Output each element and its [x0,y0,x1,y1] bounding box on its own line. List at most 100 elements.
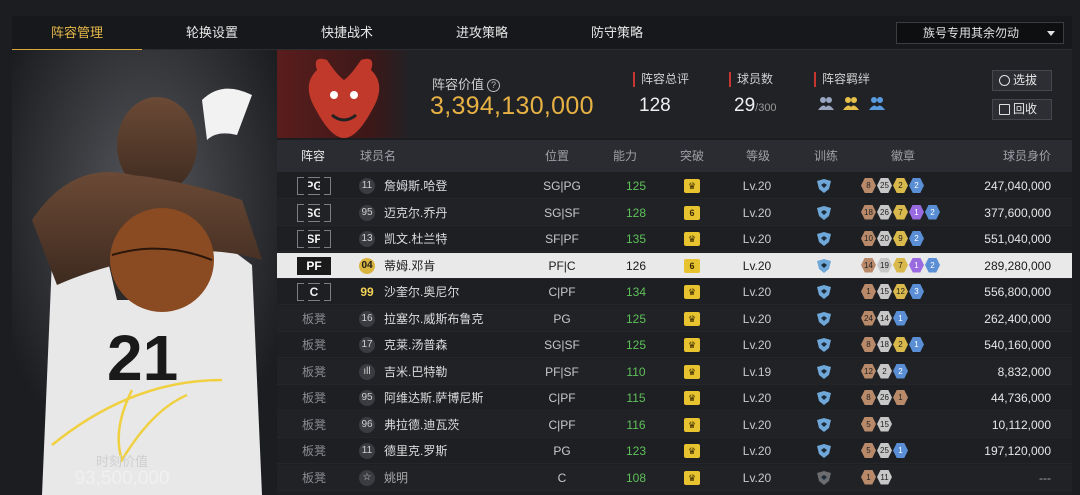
player-position: C|PF [548,391,576,405]
team-chem-icon[interactable] [817,95,835,116]
lineup-info-panel: 阵容价值? 3,394,130,000 阵容总评 128 球员数 29/300 … [277,50,1072,138]
training-shield-icon[interactable] [815,390,833,409]
player-position: SG|SF [544,338,580,352]
badge-icon: 25 [877,443,892,458]
player-rating: 116 [626,417,646,432]
team-logo [277,50,412,138]
table-header: 阵容 球员名 位置 能力 突破 等级 训练 徽章 球员身价 [277,140,1072,172]
player-level: Lv.20 [742,285,772,299]
badge-icon: 1 [909,337,924,352]
badge-icon: 3 [909,284,924,299]
col-position[interactable]: 位置 [545,140,569,172]
breakthrough-icon: ♛ [684,179,700,193]
breakthrough-icon: ♛ [684,311,700,326]
player-count: 29/300 [734,95,777,116]
training-shield-icon[interactable] [815,470,833,489]
badge-icon: 12 [861,363,876,379]
tab-quick-tactics[interactable]: 快捷战术 [282,16,412,50]
table-row[interactable]: 板凳 ☆ 姚明 C 108 ♛ Lv.20 1 11 --- [277,464,1072,491]
table-row[interactable]: PF 04 蒂姆.邓肯 PF|C 126 6 Lv.20 14 19 7 1 2 289,280,000 [277,252,1072,279]
badge-list[interactable]: 12 2 2 [861,363,909,381]
training-shield-icon[interactable] [815,178,833,197]
table-row[interactable]: 板凳 ıll 吉米.巴特勒 PF|SF 110 ♛ Lv.19 12 2 2 8,832,000 [277,358,1072,385]
badge-list[interactable]: 24 14 1 [861,310,909,328]
col-name[interactable]: 球员名 [360,140,396,172]
team-chem-icon[interactable] [842,95,860,116]
team-chem-icon[interactable] [868,95,886,116]
col-training[interactable]: 训练 [814,140,838,172]
table-row[interactable]: 板凳 17 克莱.汤普森 SG|SF 125 ♛ Lv.20 8 18 2 1 540,160,000 [277,332,1072,358]
badge-icon: 1 [893,310,908,326]
badge-list[interactable]: 5 25 1 [861,442,909,460]
training-shield-icon[interactable] [815,284,833,303]
lineup-select-dropdown[interactable]: 族号专用其余勿动 [896,22,1064,44]
training-shield-icon[interactable] [815,337,833,356]
badge-list[interactable]: 1 15 12 3 [861,283,925,301]
training-shield-icon[interactable] [815,258,833,277]
badge-list[interactable]: 8 26 1 [861,389,909,407]
player-card[interactable]: 21 时刻价值 93,500,000 [12,50,277,495]
player-level: Lv.20 [742,205,772,220]
table-row[interactable]: C 99 沙奎尔.奥尼尔 C|PF 134 ♛ Lv.20 1 15 12 3 556,800,000 [277,279,1072,305]
badge-list[interactable]: 18 26 7 1 2 [861,204,941,222]
jersey-number-badge: 99 [360,285,374,299]
tab-rotation[interactable]: 轮换设置 [147,16,277,50]
player-level: Lv.20 [742,338,772,352]
bench-label: 板凳 [302,311,327,326]
tab-offense[interactable]: 进攻策略 [417,16,547,50]
lineup-select-label: 族号专用其余勿动 [923,26,1020,40]
table-row[interactable]: 板凳 95 阿维达斯.萨博尼斯 C|PF 115 ♛ Lv.20 8 26 1 44,736,000 [277,385,1072,411]
badge-icon: 5 [861,443,876,458]
training-shield-icon[interactable] [815,205,833,224]
badge-icon: 1 [861,469,876,485]
recycle-button[interactable]: 回收 [992,99,1052,120]
badge-icon: 9 [893,231,908,246]
player-level: Lv.20 [742,232,772,246]
training-shield-icon[interactable] [815,443,833,462]
col-rating[interactable]: 能力 [613,140,637,172]
tab-lineup-manage[interactable]: 阵容管理 [12,16,142,51]
training-shield-icon[interactable] [815,231,833,250]
training-shield-icon[interactable] [815,417,833,436]
table-row[interactable]: SG 95 迈克尔.乔丹 SG|SF 128 6 Lv.20 18 26 7 1 2 377,600,0… [277,199,1072,226]
table-row[interactable]: 板凳 96 弗拉德.迪瓦茨 C|PF 116 ♛ Lv.20 5 15 10,112,000 [277,411,1072,438]
player-value: 289,280,000 [984,258,1051,273]
chem-icons[interactable] [817,95,889,116]
scout-button[interactable]: 选拔 [992,70,1052,91]
col-player-value[interactable]: 球员身价 [1003,140,1051,172]
badge-icon: 8 [861,390,876,405]
badge-icon: 2 [909,231,924,246]
breakthrough-icon: ♛ [684,444,700,458]
col-breakthrough[interactable]: 突破 [680,140,704,172]
badge-list[interactable]: 8 18 2 1 [861,336,925,354]
badge-list[interactable]: 5 15 [861,416,893,434]
badge-list[interactable]: 14 19 7 1 2 [861,257,941,275]
player-level: Lv.20 [742,179,772,193]
top-tab-bar: 阵容管理 轮换设置 快捷战术 进攻策略 防守策略 族号专用其余勿动 [12,16,1072,51]
player-rating: 123 [625,444,647,458]
player-name: 克莱.汤普森 [384,338,448,352]
player-count-label: 球员数 [729,72,773,87]
bench-label: 板凳 [302,364,327,379]
table-row[interactable]: SF 13 凯文.杜兰特 SF|PF 135 ♛ Lv.20 10 20 9 2 551,040,00… [277,226,1072,252]
roster-table: 阵容 球员名 位置 能力 突破 等级 训练 徽章 球员身价 PG 11 詹姆斯.哈登… [277,140,1072,495]
badge-list[interactable]: 10 20 9 2 [861,230,925,248]
col-slot[interactable]: 阵容 [301,140,325,172]
training-shield-icon[interactable] [815,364,833,383]
col-level[interactable]: 等级 [746,140,770,172]
player-rating: 135 [625,232,647,246]
table-row[interactable]: PG 11 詹姆斯.哈登 SG|PG 125 ♛ Lv.20 8 25 2 2 247,040,000 [277,173,1072,199]
badge-list[interactable]: 8 25 2 2 [861,177,925,195]
tab-defense[interactable]: 防守策略 [552,16,682,50]
player-name: 詹姆斯.哈登 [384,179,448,193]
table-row[interactable]: 板凳 16 拉塞尔.威斯布鲁克 PG 125 ♛ Lv.20 24 14 1 262,400,000 [277,305,1072,332]
badge-list[interactable]: 1 11 [861,469,893,487]
player-name: 阿维达斯.萨博尼斯 [384,391,484,405]
table-row[interactable]: 板凳 11 德里克.罗斯 PG 123 ♛ Lv.20 5 25 1 197,120,000 [277,438,1072,464]
help-icon[interactable]: ? [487,79,501,92]
training-shield-icon[interactable] [815,311,833,330]
player-position: SG|SF [544,205,580,220]
col-badges[interactable]: 徽章 [891,140,915,172]
player-name: 凯文.杜兰特 [384,232,448,246]
badge-icon: 24 [861,310,876,326]
